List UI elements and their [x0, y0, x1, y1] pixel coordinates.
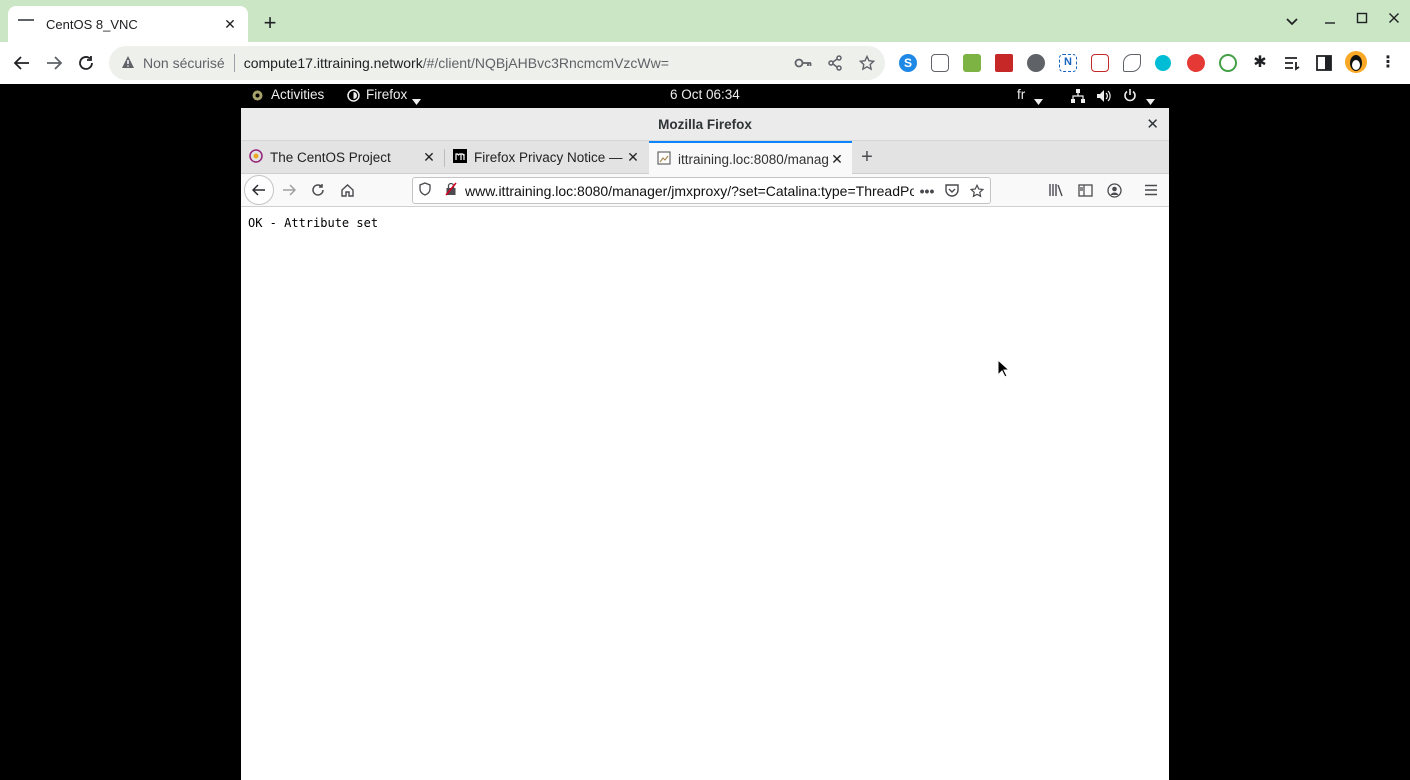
chrome-tab-title: CentOS 8_VNC [46, 16, 138, 32]
new-tab-button[interactable]: + [258, 12, 282, 36]
tab-label: Firefox Privacy Notice — [474, 150, 623, 165]
broken-image-icon [657, 150, 671, 168]
password-key-icon[interactable] [789, 49, 817, 77]
forward-button[interactable] [275, 176, 303, 204]
close-tab-icon[interactable]: ✕ [626, 149, 640, 166]
mouse-cursor-icon [997, 358, 1011, 381]
pocket-icon[interactable] [940, 184, 964, 197]
tab-label: ittraining.loc:8080/manag [678, 151, 829, 167]
security-status[interactable]: Non sécurisé [143, 55, 225, 71]
close-window-button[interactable] [1382, 8, 1406, 32]
clock[interactable]: 6 Oct 06:34 [670, 87, 740, 102]
forward-button[interactable] [40, 49, 68, 77]
page-content: OK - Attribute set [241, 208, 1169, 780]
notion-extension-icon[interactable]: N [1059, 54, 1077, 72]
close-tab-icon[interactable]: ✕ [222, 16, 238, 32]
reading-list-icon[interactable] [1283, 54, 1301, 72]
tracking-protection-shield-icon[interactable] [419, 182, 431, 199]
keyboard-layout-chevron-icon [1034, 93, 1043, 108]
url-text[interactable]: compute17.ittraining.network/#/client/NQ… [244, 55, 789, 71]
profile-avatar[interactable] [1345, 51, 1367, 73]
firefox-url-bar[interactable]: www.ittraining.loc:8080/manager/jmxproxy… [412, 177, 991, 204]
tab-favicon-icon [18, 19, 34, 21]
keyboard-layout-indicator[interactable]: fr [1017, 87, 1025, 102]
firefox-window: Mozilla Firefox ✕ The CentOS Project ✕ F… [241, 108, 1169, 780]
app-menu-chevron-icon [412, 93, 421, 108]
cast-extension-icon[interactable] [1091, 54, 1109, 72]
circle-extension-icon[interactable] [1155, 55, 1171, 71]
firefox-app-icon [347, 89, 360, 105]
window-title: Mozilla Firefox [658, 117, 752, 132]
chrome-menu-icon[interactable]: ⋮ [1379, 54, 1397, 72]
firefox-close-icon[interactable]: ✕ [1146, 108, 1159, 141]
minimize-button[interactable] [1318, 10, 1342, 34]
centos-logo-icon [249, 149, 263, 166]
url-host: compute17.ittraining.network [243, 55, 423, 71]
chrome-tab[interactable]: CentOS 8_VNC ✕ [8, 6, 248, 42]
red-extension-icon[interactable] [1183, 50, 1209, 76]
power-icon[interactable] [1123, 88, 1137, 105]
translate-extension-icon[interactable] [931, 54, 949, 72]
gnome-top-bar: Activities Firefox 6 Oct 06:34 fr [241, 84, 1169, 108]
tab-centos[interactable]: The CentOS Project ✕ [241, 141, 444, 174]
hamburger-menu-icon[interactable] [1137, 176, 1165, 204]
volume-icon[interactable] [1096, 89, 1111, 106]
firefox-url-text[interactable]: www.ittraining.loc:8080/manager/jmxproxy… [465, 183, 914, 199]
back-button[interactable] [244, 175, 274, 205]
reload-button[interactable] [72, 49, 100, 77]
chrome-tab-strip: CentOS 8_VNC ✕ + [0, 0, 1410, 42]
back-button[interactable] [8, 49, 36, 77]
inbox-extension-icon[interactable] [963, 54, 981, 72]
firefox-navbar: www.ittraining.loc:8080/manager/jmxproxy… [241, 174, 1169, 207]
tab-privacy-notice[interactable]: Firefox Privacy Notice — ✕ [445, 141, 648, 174]
share-icon[interactable] [821, 49, 849, 77]
grammarly-extension-icon[interactable] [1219, 54, 1237, 72]
separator [233, 54, 235, 72]
warning-icon [121, 55, 137, 71]
firefox-titlebar: Mozilla Firefox ✕ [241, 108, 1169, 141]
link-extension-icon[interactable] [1123, 54, 1141, 72]
system-menu-chevron-icon[interactable] [1146, 93, 1155, 108]
insecure-lock-icon[interactable] [445, 182, 457, 199]
page-actions-icon[interactable]: ••• [914, 183, 940, 199]
sidebar-toggle-icon[interactable] [1071, 176, 1099, 204]
tab-search-chevron-icon[interactable] [1280, 10, 1304, 34]
app-menu-button[interactable]: Firefox [366, 87, 407, 102]
settings-extension-icon[interactable] [1027, 54, 1045, 72]
tab-label: The CentOS Project [270, 150, 391, 165]
account-icon[interactable] [1100, 176, 1128, 204]
home-button[interactable] [333, 176, 361, 204]
library-icon[interactable] [1042, 176, 1070, 204]
pdf-extension-icon[interactable] [995, 54, 1013, 72]
skype-extension-icon[interactable]: S [899, 54, 917, 72]
close-tab-icon[interactable]: ✕ [830, 151, 844, 168]
gnome-activities-logo-icon [251, 89, 264, 105]
new-tab-button[interactable]: + [853, 143, 881, 171]
side-panel-icon[interactable] [1315, 54, 1333, 72]
bookmark-star-icon[interactable] [964, 183, 990, 198]
network-icon[interactable] [1071, 89, 1085, 106]
tab-jmxproxy[interactable]: ittraining.loc:8080/manag ✕ [649, 141, 852, 175]
extensions-puzzle-icon[interactable]: ✱ [1251, 54, 1269, 72]
firefox-tab-strip: The CentOS Project ✕ Firefox Privacy Not… [241, 141, 1169, 175]
response-text: OK - Attribute set [248, 216, 379, 230]
chrome-toolbar: Non sécurisé compute17.ittraining.networ… [0, 42, 1410, 84]
mozilla-logo-icon [453, 149, 467, 166]
address-bar[interactable]: Non sécurisé compute17.ittraining.networ… [109, 46, 885, 80]
reload-button[interactable] [304, 176, 332, 204]
url-path: /#/client/NQBjAHBvc3RncmcmVzcWw= [422, 55, 669, 71]
bookmark-star-icon[interactable] [853, 49, 881, 77]
activities-button[interactable]: Activities [271, 87, 324, 102]
close-tab-icon[interactable]: ✕ [422, 149, 436, 166]
maximize-button[interactable] [1350, 8, 1374, 32]
